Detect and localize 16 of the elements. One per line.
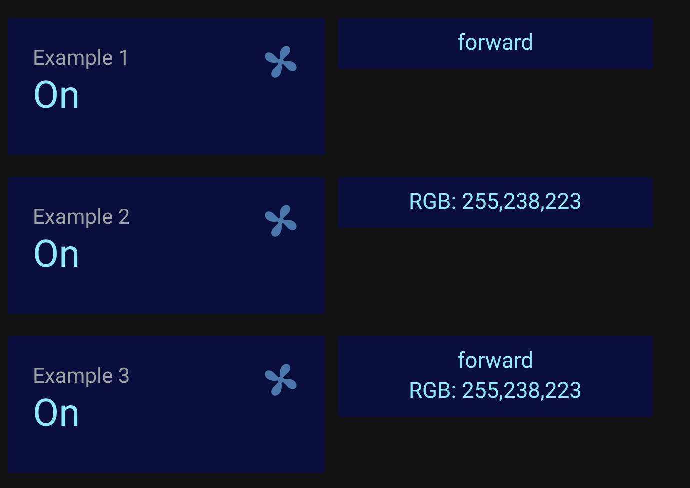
attribute-text: RGB: 255,238,223 — [409, 378, 582, 406]
fan-icon — [263, 203, 299, 239]
entity-name: Example 2 — [33, 205, 130, 231]
attribute-text: RGB: 255,238,223 — [409, 189, 582, 217]
entity-name: Example 1 — [33, 46, 130, 72]
entity-state: On — [33, 74, 82, 118]
fan-icon — [263, 362, 299, 398]
entity-state: On — [33, 233, 82, 277]
fan-icon — [263, 44, 299, 80]
entity-state: On — [33, 392, 82, 436]
entity-card[interactable]: Example 2 On — [8, 177, 325, 314]
attribute-text: forward — [458, 348, 534, 376]
entity-card[interactable]: Example 3 On — [8, 336, 325, 473]
attribute-text: forward — [458, 30, 534, 58]
entity-card[interactable]: Example 1 On — [8, 18, 325, 155]
entity-name: Example 3 — [33, 364, 130, 390]
